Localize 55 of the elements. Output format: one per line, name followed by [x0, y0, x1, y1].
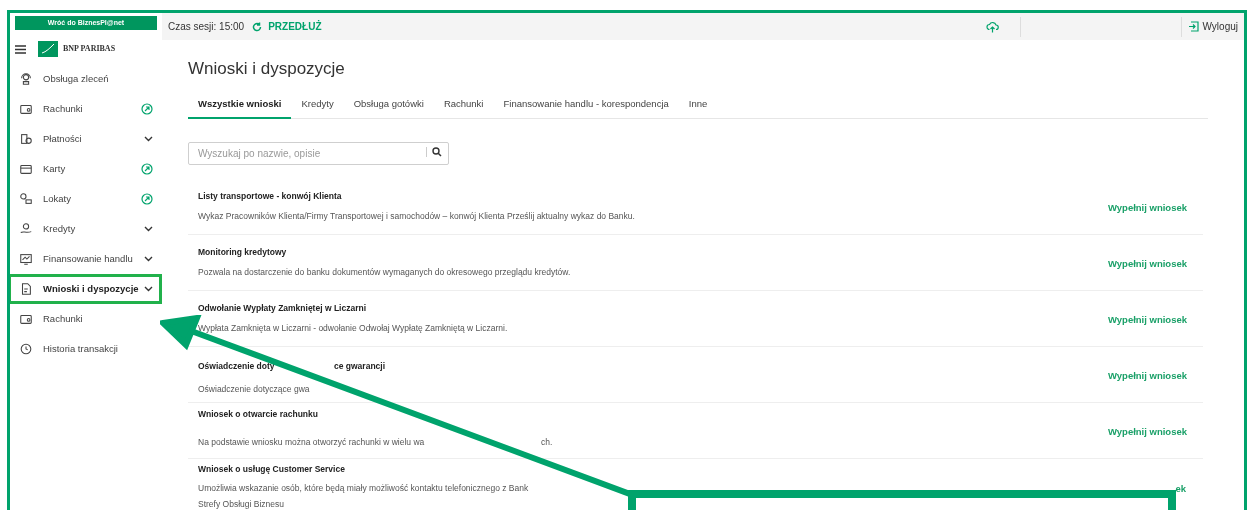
tab[interactable]: Wszystkie wnioski [188, 96, 292, 119]
chevron-down-icon [144, 256, 153, 262]
request-title: ce gwarancji [334, 360, 386, 374]
tab[interactable]: Inne [678, 96, 718, 119]
request-title: Wniosek o otwarcie rachunku [198, 408, 318, 422]
tab[interactable]: Kredyty [291, 96, 344, 119]
chevron-down-icon [144, 136, 153, 142]
sidebar-item[interactable]: Wnioski i dyspozycje [10, 274, 162, 304]
search-field[interactable]: Wyszukaj po nazwie, opisie [188, 141, 449, 165]
refresh-icon [252, 21, 263, 32]
request-title: Odwołanie Wypłaty Zamkniętej w Liczarni [198, 302, 366, 315]
request-description: Na podstawie wniosku można otworzyć rachunki w wielu wa [198, 437, 425, 448]
sidebar-item[interactable]: Karty [10, 154, 162, 184]
sidebar-item[interactable]: Obsługa zleceń [10, 64, 162, 94]
monitor-icon [19, 252, 33, 266]
sidebar-item[interactable]: Rachunki [10, 304, 162, 334]
chevron-down-icon [144, 286, 153, 292]
search-icon[interactable] [432, 146, 442, 157]
chevron-down-icon [144, 226, 153, 232]
session-timer: Czas sesji: 15:00 [168, 20, 245, 34]
request-description: Wykaz Pracowników Klienta/Firmy Transportowej i samochodów – konwój Klienta Prześlij aktualny wykaz do Banku. [198, 209, 635, 223]
wallet-icon [19, 312, 33, 326]
logout-button[interactable]: Wyloguj [1187, 19, 1238, 34]
request-description: Umożliwia wskazanie osób, które będą miały możliwość kontaktu telefonicznego z Bank [198, 482, 529, 496]
document-icon [19, 282, 33, 296]
tab[interactable]: Rachunki [433, 96, 494, 119]
cloud-upload-icon[interactable] [985, 20, 999, 33]
sidebar-item[interactable]: Historia transakcji [10, 334, 162, 364]
request-title: Wniosek o usługę Customer Service [198, 462, 345, 476]
request-title: Monitoring kredytowy [198, 246, 287, 259]
wallet-icon [19, 102, 33, 116]
external-link-icon [141, 163, 153, 175]
external-link-icon [141, 193, 153, 205]
external-link-icon [141, 103, 153, 115]
sidebar-item[interactable]: Lokaty [10, 184, 162, 214]
card-icon [19, 162, 33, 176]
tab[interactable]: Finansowanie handlu - korespondencja [493, 96, 679, 119]
logout-icon [1187, 21, 1199, 32]
support-icon [19, 72, 33, 86]
request-description: Pozwala na dostarczenie do banku dokumentów wymaganych do okresowego przeglądu kredytów. [198, 265, 571, 279]
tab[interactable]: Obsługa gotówki [343, 96, 434, 119]
page-title: Wnioski i dyspozycje [188, 58, 346, 80]
sidebar-item[interactable]: Kredyty [10, 214, 162, 244]
sidebar-item[interactable]: Finansowanie handlu [10, 244, 162, 274]
request-description: Strefy Obsługi Biznesu [198, 498, 284, 510]
request-title: Listy transportowe - konwój Klienta [198, 190, 342, 203]
logo: BNP PARIBAS [38, 41, 116, 57]
request-description: Wypłata Zamknięta w Liczarni - odwołanie Odwołaj Wypłatę Zamkniętą w Liczarni. [198, 321, 508, 335]
clock-icon [19, 342, 33, 356]
request-title: Oświadczenie doty [198, 361, 275, 372]
menu-icon[interactable] [15, 44, 26, 54]
request-description: ch. [541, 436, 553, 449]
sidebar-item[interactable]: Płatności [10, 124, 162, 154]
sidebar-item[interactable]: Rachunki [10, 94, 162, 124]
request-description: Oświadczenie dotyczące gwa [198, 383, 310, 397]
